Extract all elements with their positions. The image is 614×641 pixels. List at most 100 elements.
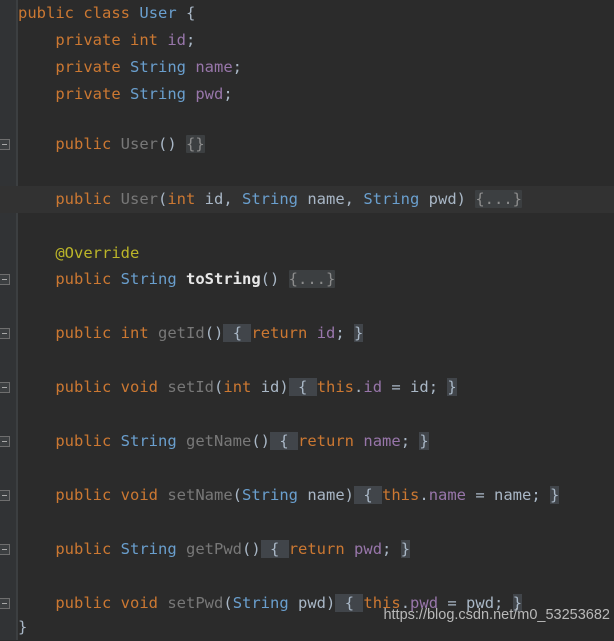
code-token: String [120, 540, 177, 558]
code-token: setPwd [167, 594, 224, 612]
code-line-text: public void setId(int id) { this.id = id… [18, 374, 457, 401]
code-token: pwd [195, 85, 224, 103]
code-token: public [55, 190, 112, 208]
code-token: public [55, 378, 112, 396]
code-token: id) [251, 378, 289, 396]
code-token: String [363, 190, 420, 208]
code-token: ( [223, 594, 233, 612]
code-token: = [382, 378, 411, 396]
code-token: id [316, 324, 336, 342]
code-token: String [130, 85, 186, 103]
code-token: pwd) [419, 190, 476, 208]
code-token: setId [167, 378, 215, 396]
code-token: this [382, 486, 420, 504]
code-content[interactable]: public class User { private int id; priv… [0, 0, 614, 640]
code-line-text: public User(int id, String name, String … [18, 186, 523, 213]
code-token: String [120, 432, 177, 450]
code-token: User [120, 190, 158, 208]
code-token: return [251, 324, 308, 342]
code-line[interactable] [0, 213, 614, 240]
code-token: {...} [288, 270, 336, 288]
code-line[interactable]: @Override [0, 240, 614, 267]
code-line[interactable]: private String name; [0, 54, 614, 81]
code-token: } [550, 486, 560, 504]
code-line-text: public User() {} [18, 131, 205, 158]
code-token: pwd) [288, 594, 336, 612]
code-token: String [242, 486, 299, 504]
code-token: ; [531, 486, 551, 504]
code-token: getName [186, 432, 252, 450]
code-line[interactable]: public class User { [0, 0, 614, 27]
code-line[interactable] [0, 563, 614, 590]
code-token: ; [382, 540, 401, 558]
code-token: void [120, 594, 158, 612]
code-token: public [55, 486, 112, 504]
code-token: { [223, 324, 252, 342]
code-token: int [223, 378, 252, 396]
code-line-text: private String name; [18, 54, 242, 81]
code-token: { [260, 540, 289, 558]
code-token: () [158, 135, 186, 153]
code-line[interactable]: public User() {} [0, 131, 614, 158]
code-token: public [55, 270, 112, 288]
code-token: User [120, 135, 158, 153]
code-token: { [354, 486, 383, 504]
code-line[interactable] [0, 509, 614, 536]
code-line[interactable]: public void setId(int id) { this.id = id… [0, 374, 614, 401]
code-line[interactable]: public String toString() {...} [0, 266, 614, 293]
code-line-text: public void setName(String name) { this.… [18, 482, 560, 509]
code-line[interactable] [0, 293, 614, 320]
code-line[interactable] [0, 158, 614, 185]
code-line[interactable]: public int getId() { return id; } [0, 320, 614, 347]
code-line-text: public class User { [18, 0, 195, 27]
code-token: ( [232, 486, 243, 504]
code-line[interactable] [0, 347, 614, 374]
code-token: name [494, 486, 532, 504]
code-token: User [139, 4, 177, 22]
code-line[interactable] [0, 401, 614, 428]
code-token: private [55, 31, 121, 49]
code-token: class [83, 4, 131, 22]
code-token: void [120, 486, 158, 504]
code-token: () [260, 270, 289, 288]
code-token: name [363, 432, 401, 450]
code-line[interactable] [0, 455, 614, 482]
code-token: name [195, 58, 233, 76]
code-token: () [242, 540, 261, 558]
code-line[interactable]: private String pwd; [0, 81, 614, 108]
code-token: } [18, 618, 28, 636]
code-token: public [18, 4, 74, 22]
code-line[interactable]: public void setName(String name) { this.… [0, 482, 614, 509]
code-line[interactable]: public User(int id, String name, String … [0, 186, 614, 213]
code-line[interactable]: public String getName() { return name; } [0, 428, 614, 455]
code-token: } [447, 378, 457, 396]
code-line[interactable]: private int id; [0, 27, 614, 54]
code-token: public [55, 324, 112, 342]
code-token: private [55, 85, 121, 103]
code-token: public [55, 432, 112, 450]
code-token: } [354, 324, 364, 342]
code-line[interactable]: public String getPwd() { return pwd; } [0, 536, 614, 563]
code-editor[interactable]: public class User { private int id; priv… [0, 0, 614, 640]
code-token: pwd [354, 540, 383, 558]
code-token: String [130, 58, 186, 76]
code-token: int [167, 190, 196, 208]
